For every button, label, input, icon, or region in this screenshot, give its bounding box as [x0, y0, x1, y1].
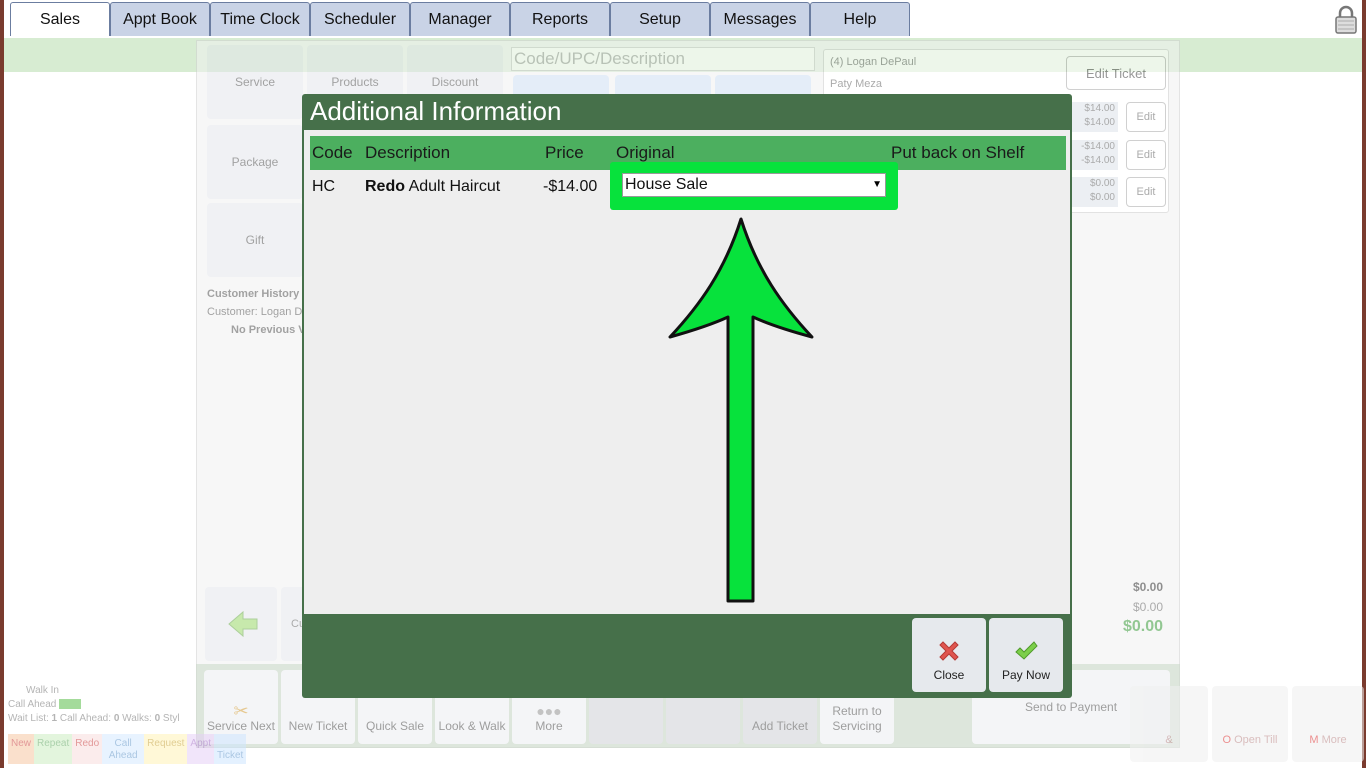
customer-history-title: Customer History — [207, 288, 300, 300]
tab-appt-book[interactable]: Appt Book — [110, 2, 210, 36]
line-amount: $14.00 $14.00 — [1072, 102, 1118, 132]
lock-icon[interactable] — [1334, 4, 1358, 34]
column-original: Original — [616, 143, 675, 162]
close-button[interactable]: Close — [912, 618, 986, 692]
wait-list-area: Walk In Call Ahead Wait List: 1 Call Ahe… — [8, 684, 194, 726]
customer-name: Customer: Logan D — [207, 306, 303, 318]
tab-reports[interactable]: Reports — [510, 2, 610, 36]
ticket-stylist: Paty Meza — [830, 78, 882, 90]
scissors-icon: ✂ — [233, 701, 249, 721]
open-till-button[interactable]: O Open Till — [1212, 686, 1288, 762]
walk-in-label: Walk In — [26, 685, 59, 696]
legend-tags: New Repeat Redo Call Ahead Request Appt … — [8, 734, 247, 764]
tag-request: Request — [144, 734, 188, 764]
dialog-body: Code Description Price Original Put back… — [304, 130, 1070, 614]
tag-new: New — [8, 734, 35, 764]
tax: $0.00 — [1132, 600, 1163, 614]
category-service[interactable]: Service — [207, 45, 303, 119]
wait-stats: Wait List: 1 Call Ahead: 0 Walks: 0 Styl — [8, 713, 180, 724]
line-edit-button[interactable]: Edit — [1126, 102, 1166, 132]
checkmark-icon — [1015, 641, 1038, 660]
close-icon — [939, 641, 959, 661]
line-edit-button[interactable]: Edit — [1126, 140, 1166, 170]
line-edit-button[interactable]: Edit — [1126, 177, 1166, 207]
back-button[interactable] — [205, 587, 277, 661]
line-amount: -$14.00 -$14.00 — [1072, 140, 1118, 170]
edit-ticket-button[interactable]: Edit Ticket — [1066, 56, 1166, 90]
tab-time-clock[interactable]: Time Clock — [210, 2, 310, 36]
dots-icon: ●●● — [536, 703, 562, 719]
row-description: Redo Adult Haircut — [365, 178, 501, 195]
tab-help[interactable]: Help — [810, 2, 910, 36]
service-next-button[interactable]: ✂ Service Next — [204, 670, 278, 744]
customer-history: Customer History Customer: Logan D No Pr… — [207, 285, 306, 339]
category-gift[interactable]: Gift — [207, 203, 303, 277]
tab-messages[interactable]: Messages — [710, 2, 810, 36]
tab-setup[interactable]: Setup — [610, 2, 710, 36]
row-price: -$14.00 — [543, 178, 598, 195]
dialog-footer: Close Pay Now — [912, 618, 1066, 692]
ticket-totals: $0.00 $0.00 $0.00 — [1123, 577, 1163, 637]
dropdown-arrow-icon: ▼ — [872, 179, 882, 190]
tab-manager[interactable]: Manager — [410, 2, 510, 36]
window-edge-right — [1362, 0, 1366, 768]
search-input[interactable]: Code/UPC/Description — [511, 47, 815, 71]
line-amount: $0.00 $0.00 — [1072, 177, 1118, 207]
column-put-back-on-shelf: Put back on Shelf — [891, 143, 1025, 162]
tab-sales[interactable]: Sales — [10, 2, 110, 36]
tag-call-ahead: Call Ahead — [102, 734, 145, 764]
original-select[interactable]: House Sale ▼ — [622, 173, 886, 197]
more-tile-button[interactable]: M More — [1292, 686, 1364, 762]
column-description: Description — [365, 143, 451, 162]
call-ahead-label: Call Ahead — [8, 698, 194, 712]
tag-repeat: Repeat — [34, 734, 73, 764]
tag-ticket: Ticket — [214, 734, 247, 764]
ticket-customer: (4) Logan DePaul — [830, 56, 917, 68]
category-package[interactable]: Package — [207, 125, 303, 199]
partial-tile[interactable]: & — [1130, 686, 1208, 762]
top-nav: Sales Appt Book Time Clock Scheduler Man… — [10, 2, 910, 38]
tab-scheduler[interactable]: Scheduler — [310, 2, 410, 36]
column-price: Price — [545, 143, 584, 162]
subtotal: $0.00 — [1132, 580, 1163, 594]
window-edge-left — [0, 0, 4, 768]
dialog-title: Additional Information — [310, 96, 562, 126]
original-select-highlight: House Sale ▼ — [610, 162, 898, 210]
pay-now-button[interactable]: Pay Now — [989, 618, 1063, 692]
tag-appt: Appt — [187, 734, 214, 764]
additional-information-dialog: Additional Information Code Description … — [302, 94, 1072, 698]
tag-redo: Redo — [72, 734, 103, 764]
left-arrow-icon — [228, 610, 258, 638]
total: $0.00 — [1122, 618, 1163, 635]
no-previous-visits: No Previous V — [231, 324, 306, 336]
row-code: HC — [312, 178, 336, 195]
column-code: Code — [312, 143, 353, 162]
